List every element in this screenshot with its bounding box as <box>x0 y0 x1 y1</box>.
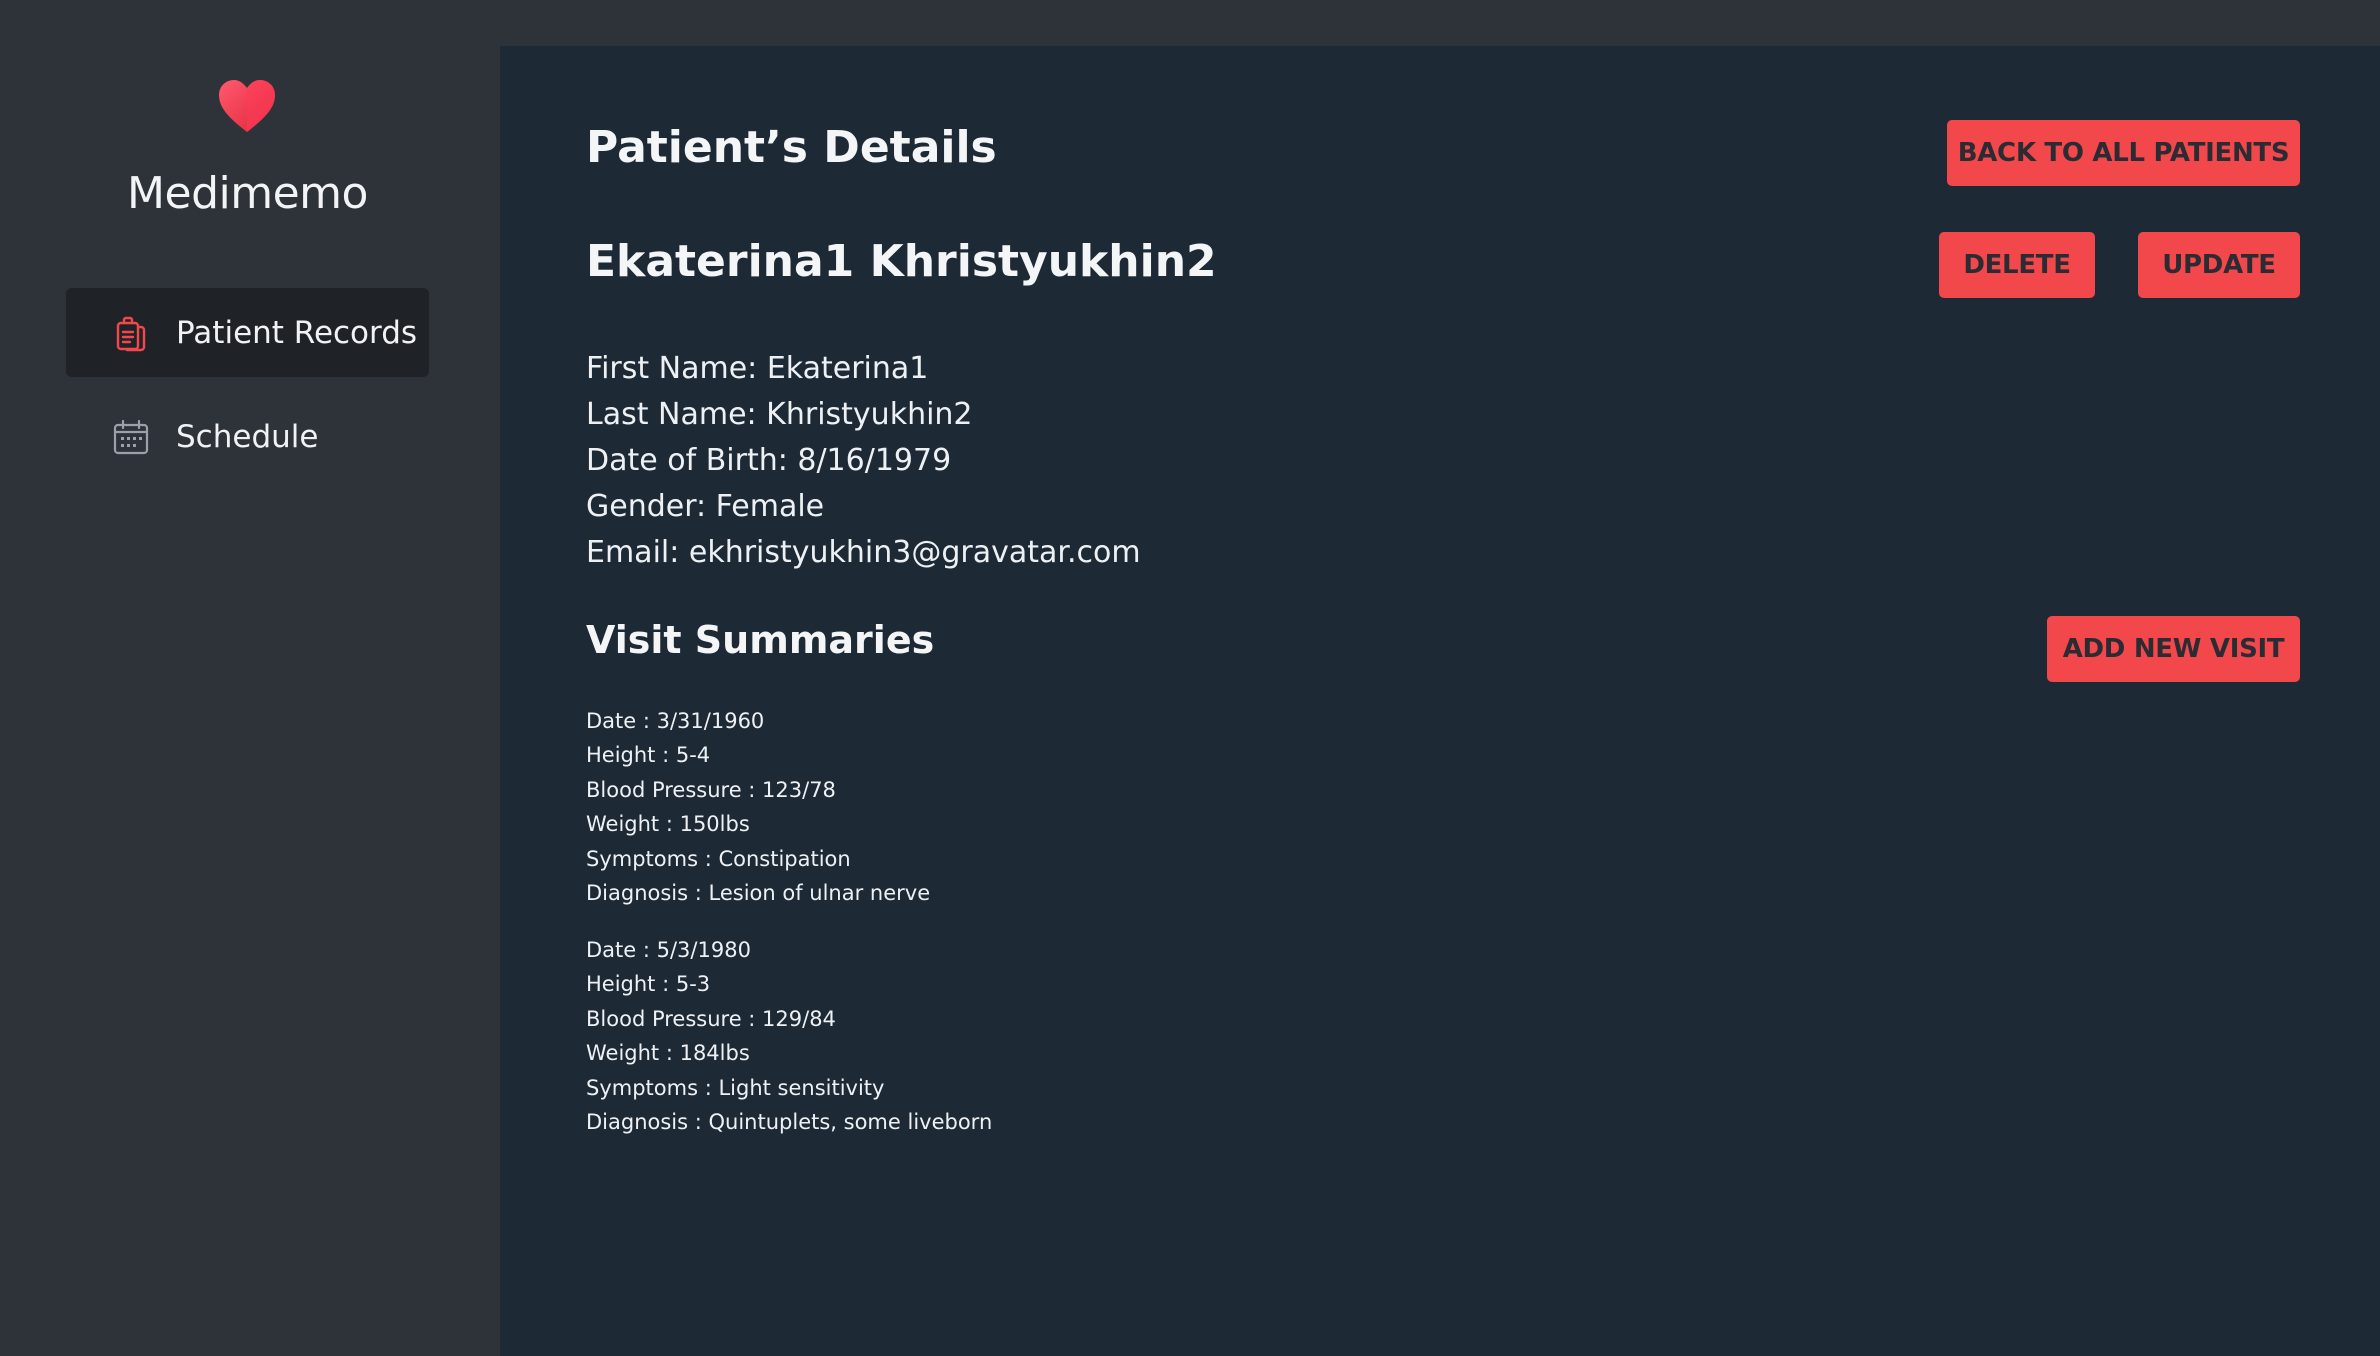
visit-height: Height : 5-3 <box>586 972 711 997</box>
gender: Gender: Female <box>586 489 825 524</box>
calendar-icon <box>113 419 149 454</box>
visit-summary: Date : 3/31/1960 Height : 5-4 Blood Pres… <box>586 704 930 910</box>
visit-symptoms: Symptoms : Light sensitivity <box>586 1075 885 1100</box>
add-new-visit-button[interactable]: ADD NEW VISIT <box>2047 616 2300 682</box>
visit-date: Date : 5/3/1980 <box>586 938 751 962</box>
visit-blood-pressure: Blood Pressure : 129/84 <box>586 1006 836 1031</box>
top-bar <box>500 0 2380 46</box>
email: Email: ekhristyukhin3@gravatar.com <box>586 535 1141 570</box>
patient-info: First Name: Ekaterina1 Last Name: Khrist… <box>586 346 1141 576</box>
last-name: Last Name: Khristyukhin2 <box>586 397 973 432</box>
sidebar-item-label: Schedule <box>176 418 319 455</box>
visit-diagnosis: Diagnosis : Quintuplets, some liveborn <box>586 1110 993 1135</box>
heart-icon <box>219 80 275 132</box>
visit-symptoms: Symptoms : Constipation <box>586 846 851 871</box>
sidebar-item-patient-records[interactable]: Patient Records <box>66 288 429 377</box>
page-title: Patient’s Details <box>586 122 997 173</box>
patient-name: Ekaterina1 Khristyukhin2 <box>586 236 1217 287</box>
date-of-birth: Date of Birth: 8/16/1979 <box>586 443 952 478</box>
update-button[interactable]: UPDATE <box>2138 232 2300 298</box>
visit-height: Height : 5-4 <box>586 743 711 768</box>
visit-diagnosis: Diagnosis : Lesion of ulnar nerve <box>586 881 931 906</box>
app-name: Medimemo <box>127 168 368 219</box>
delete-button[interactable]: DELETE <box>1939 232 2095 298</box>
clipboard-icon <box>116 316 146 351</box>
sidebar-item-label: Patient Records <box>176 314 418 351</box>
visit-summary: Date : 5/3/1980 Height : 5-3 Blood Press… <box>586 933 992 1139</box>
visit-weight: Weight : 150lbs <box>586 812 750 837</box>
back-to-all-patients-button[interactable]: BACK TO ALL PATIENTS <box>1947 120 2300 186</box>
first-name: First Name: Ekaterina1 <box>586 351 929 386</box>
sidebar-item-schedule[interactable]: Schedule <box>66 392 429 481</box>
visit-weight: Weight : 184lbs <box>586 1041 750 1066</box>
sidebar: Medimemo Patient Records Schedule <box>0 0 500 1356</box>
visit-date: Date : 3/31/1960 <box>586 709 765 733</box>
visit-blood-pressure: Blood Pressure : 123/78 <box>586 777 836 802</box>
visit-summaries-title: Visit Summaries <box>586 618 935 662</box>
